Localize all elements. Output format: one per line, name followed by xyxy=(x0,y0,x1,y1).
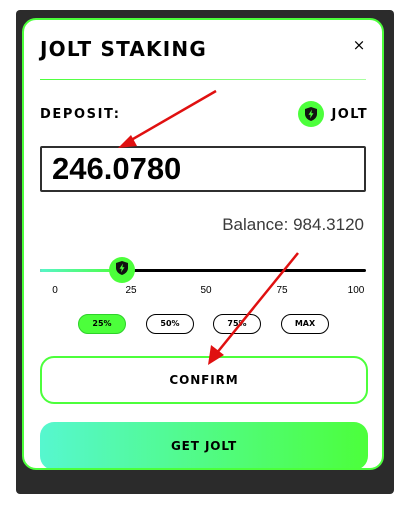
token-selector: JOLT xyxy=(297,100,369,128)
deposit-amount-input[interactable] xyxy=(40,146,366,192)
slider-tick-100: 100 xyxy=(347,285,365,296)
percent-50-button[interactable]: 50% xyxy=(146,314,194,334)
balance-text: Balance: 984.3120 xyxy=(222,215,364,234)
bolt-shield-icon xyxy=(114,260,130,281)
bolt-shield-icon xyxy=(297,101,324,127)
percent-25-button[interactable]: 25% xyxy=(78,314,126,334)
token-name: JOLT xyxy=(331,106,368,122)
percent-75-button[interactable]: 75% xyxy=(213,314,261,334)
confirm-button[interactable]: CONFIRM xyxy=(40,356,368,404)
deposit-slider[interactable] xyxy=(40,257,366,283)
percent-buttons: 25% 50% 75% MAX xyxy=(24,314,382,336)
slider-tick-50: 50 xyxy=(200,285,212,296)
slider-tick-0: 0 xyxy=(52,285,58,296)
modal-title: JOLT STAKING xyxy=(40,37,207,61)
slider-tick-25: 25 xyxy=(125,285,137,296)
percent-max-button[interactable]: MAX xyxy=(281,314,329,334)
staking-modal: JOLT STAKING × DEPOSIT: JOLT Balance: 98… xyxy=(22,18,384,470)
close-icon[interactable]: × xyxy=(350,36,368,54)
slider-thumb[interactable] xyxy=(108,257,135,283)
title-divider xyxy=(40,79,366,80)
get-jolt-button[interactable]: GET JOLT xyxy=(40,422,368,468)
slider-tick-75: 75 xyxy=(276,285,288,296)
deposit-label: DEPOSIT: xyxy=(40,107,121,122)
